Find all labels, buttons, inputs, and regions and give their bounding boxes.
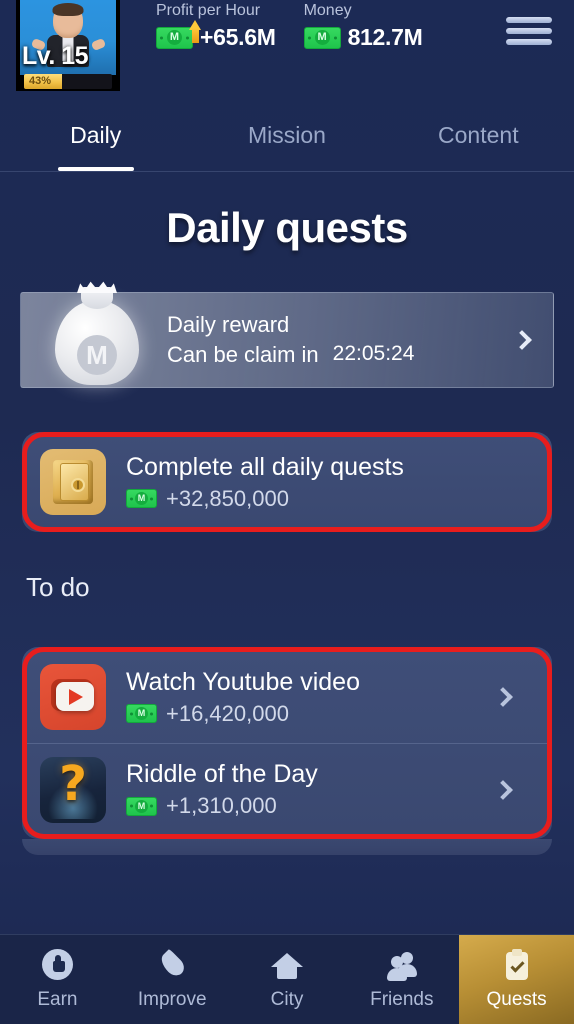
nav-label-improve: Improve bbox=[137, 988, 207, 1010]
nav-item-earn[interactable]: Earn bbox=[0, 935, 115, 1024]
stat-profit-per-hour: Profit per Hour M +65.6M bbox=[156, 2, 276, 51]
bottom-navigation: Earn Improve City Friends Quests bbox=[0, 934, 574, 1024]
quest-tabs: Daily Mission Content bbox=[0, 100, 574, 172]
money-note-icon: M bbox=[126, 704, 157, 723]
nav-item-city[interactable]: City bbox=[230, 935, 345, 1024]
question-mark-icon: ? bbox=[40, 756, 106, 823]
complete-all-title: Complete all daily quests bbox=[126, 452, 404, 481]
page-title: Daily quests bbox=[166, 204, 408, 251]
thumbs-up-icon bbox=[39, 948, 75, 983]
quest-title-riddle: Riddle of the Day bbox=[126, 760, 318, 788]
quest-title-youtube: Watch Youtube video bbox=[126, 667, 360, 696]
quest-reward-riddle: +1,310,000 bbox=[166, 793, 277, 818]
clipboard-check-icon bbox=[499, 948, 535, 983]
nav-label-friends: Friends bbox=[370, 988, 434, 1010]
chevron-right-icon[interactable] bbox=[493, 779, 513, 800]
flame-icon bbox=[154, 948, 190, 983]
quest-reward-youtube: +16,420,000 bbox=[166, 700, 289, 726]
stat-profit-value: +65.6M bbox=[200, 24, 276, 50]
hamburger-menu-icon[interactable] bbox=[506, 14, 552, 48]
money-note-icon: M bbox=[303, 26, 341, 49]
daily-reward-subtitle: Can be claim in bbox=[167, 342, 319, 367]
avatar-progress-label: 43% bbox=[29, 75, 52, 87]
money-note-icon: M bbox=[126, 489, 157, 508]
quest-row-complete-all[interactable]: Complete all daily quests M +32,850,000 bbox=[22, 436, 552, 528]
money-note-up-arrow-icon: M bbox=[156, 19, 201, 49]
stat-money-label: Money bbox=[303, 2, 352, 19]
header-stats: Profit per Hour M +65.6M Money M 812.7M bbox=[156, 0, 423, 51]
todo-section-label: To do bbox=[26, 572, 90, 602]
game-screen: Lv. 15 43% Profit per Hour M +65.6M Mone… bbox=[0, 0, 574, 1024]
nav-item-improve[interactable]: Improve bbox=[115, 935, 230, 1024]
chevron-right-icon[interactable] bbox=[512, 330, 532, 350]
quest-row-watch-youtube[interactable]: Watch Youtube video M +16,420,000 bbox=[22, 651, 552, 743]
stat-money: Money M 812.7M bbox=[303, 2, 423, 51]
daily-reward-card[interactable]: M Daily reward Can be claim in 22:05:24 bbox=[20, 281, 554, 388]
tab-daily[interactable]: Daily bbox=[0, 100, 191, 171]
header-bar: Lv. 15 43% Profit per Hour M +65.6M Mone… bbox=[0, 0, 574, 100]
stat-profit-label: Profit per Hour bbox=[156, 2, 261, 19]
nav-item-quests[interactable]: Quests bbox=[459, 935, 574, 1024]
up-arrow-icon bbox=[189, 19, 202, 43]
daily-reward-title: Daily reward bbox=[167, 312, 290, 337]
youtube-play-icon bbox=[40, 664, 106, 730]
todo-quest-list: Watch Youtube video M +16,420,000 ? Ridd… bbox=[22, 647, 552, 839]
complete-all-quests-card[interactable]: Complete all daily quests M +32,850,000 bbox=[22, 432, 552, 532]
complete-all-reward: +32,850,000 bbox=[166, 485, 289, 511]
daily-reward-timer: 22:05:24 bbox=[332, 342, 415, 365]
avatar-level-label: Lv. 15 bbox=[22, 42, 89, 70]
tab-mission[interactable]: Mission bbox=[191, 100, 382, 171]
quest-list-overflow-edge bbox=[22, 839, 552, 855]
tab-content[interactable]: Content bbox=[383, 100, 574, 171]
stat-money-value: 812.7M bbox=[347, 24, 423, 50]
avatar-progress-bar: 43% bbox=[24, 74, 112, 89]
chevron-right-icon[interactable] bbox=[493, 687, 513, 707]
avatar[interactable]: Lv. 15 43% bbox=[16, 0, 120, 91]
money-bag-icon: M bbox=[49, 277, 145, 387]
nav-label-quests: Quests bbox=[486, 988, 547, 1010]
money-note-icon: M bbox=[126, 796, 157, 816]
nav-label-earn: Earn bbox=[37, 988, 78, 1010]
people-icon bbox=[384, 949, 420, 983]
quest-row-riddle[interactable]: ? Riddle of the Day M +1,310,000 bbox=[22, 743, 552, 835]
house-icon bbox=[269, 949, 305, 983]
nav-item-friends[interactable]: Friends bbox=[344, 935, 459, 1024]
gold-safe-icon bbox=[40, 449, 106, 515]
nav-label-city: City bbox=[270, 988, 304, 1010]
